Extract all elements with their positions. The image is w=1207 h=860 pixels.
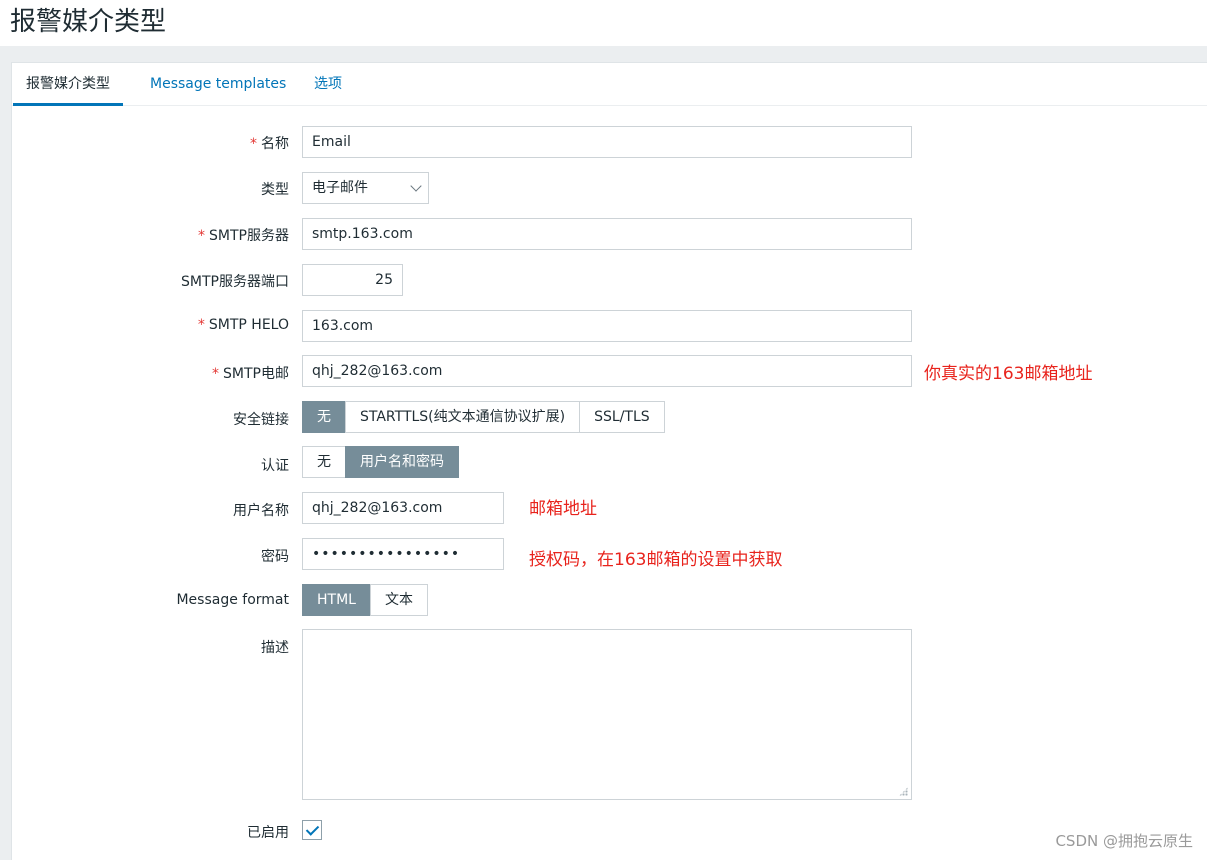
- smtp-port-input[interactable]: 25: [302, 264, 403, 296]
- name-label: * 名称: [250, 136, 289, 152]
- tab-options[interactable]: 选项: [314, 63, 342, 105]
- smtp-helo-label: * SMTP HELO: [197, 317, 289, 333]
- resize-grip-icon[interactable]: [899, 787, 908, 796]
- required-mark: *: [198, 228, 206, 244]
- smtp-email-label: * SMTP电邮: [212, 366, 289, 382]
- security-option-none[interactable]: 无: [302, 401, 346, 433]
- security-label: 安全链接: [233, 412, 289, 428]
- auth-segmented-control: 无 用户名和密码: [302, 446, 459, 478]
- auth-option-username-password[interactable]: 用户名和密码: [345, 446, 459, 478]
- password-annotation: 授权码，在163邮箱的设置中获取: [529, 550, 783, 570]
- required-mark: *: [250, 136, 257, 152]
- smtp-server-input[interactable]: smtp.163.com: [302, 218, 912, 250]
- tab-message-templates[interactable]: Message templates: [150, 63, 286, 105]
- type-select-value: 电子邮件: [312, 180, 368, 196]
- name-input[interactable]: Email: [302, 126, 912, 158]
- tab-media-type[interactable]: 报警媒介类型: [13, 63, 123, 106]
- auth-label: 认证: [261, 458, 289, 474]
- security-option-starttls[interactable]: STARTTLS(纯文本通信协议扩展): [345, 401, 581, 433]
- password-label: 密码: [261, 549, 289, 565]
- description-label: 描述: [261, 640, 289, 656]
- chevron-down-icon: [410, 180, 422, 192]
- watermark: CSDN @拥抱云原生: [1055, 832, 1193, 850]
- type-select[interactable]: 电子邮件: [302, 172, 429, 204]
- username-annotation: 邮箱地址: [529, 499, 597, 519]
- security-segmented-control: 无 STARTTLS(纯文本通信协议扩展) SSL/TLS: [302, 401, 665, 433]
- smtp-helo-input[interactable]: 163.com: [302, 310, 912, 342]
- enabled-label: 已启用: [247, 825, 289, 841]
- smtp-server-label: * SMTP服务器: [198, 228, 289, 244]
- auth-option-none[interactable]: 无: [302, 446, 346, 478]
- required-mark: *: [212, 366, 220, 382]
- message-format-option-text[interactable]: 文本: [369, 584, 428, 616]
- enabled-checkbox[interactable]: [302, 820, 322, 840]
- required-mark: *: [197, 317, 205, 333]
- smtp-port-label: SMTP服务器端口: [181, 274, 289, 290]
- security-option-ssl-tls[interactable]: SSL/TLS: [579, 401, 665, 433]
- tab-bar: 报警媒介类型 Message templates 选项: [12, 63, 1207, 106]
- smtp-email-annotation: 你真实的163邮箱地址: [924, 364, 1093, 384]
- username-input[interactable]: qhj_282@163.com: [302, 492, 504, 524]
- username-label: 用户名称: [233, 503, 289, 519]
- message-format-label: Message format: [176, 592, 289, 608]
- password-input[interactable]: ••••••••••••••••: [302, 538, 504, 570]
- page-title: 报警媒介类型: [10, 7, 167, 37]
- message-format-segmented-control: HTML 文本: [302, 584, 428, 616]
- type-label: 类型: [261, 182, 289, 198]
- description-textarea[interactable]: [302, 629, 912, 800]
- smtp-email-input[interactable]: qhj_282@163.com: [302, 355, 912, 387]
- message-format-option-html[interactable]: HTML: [302, 584, 371, 616]
